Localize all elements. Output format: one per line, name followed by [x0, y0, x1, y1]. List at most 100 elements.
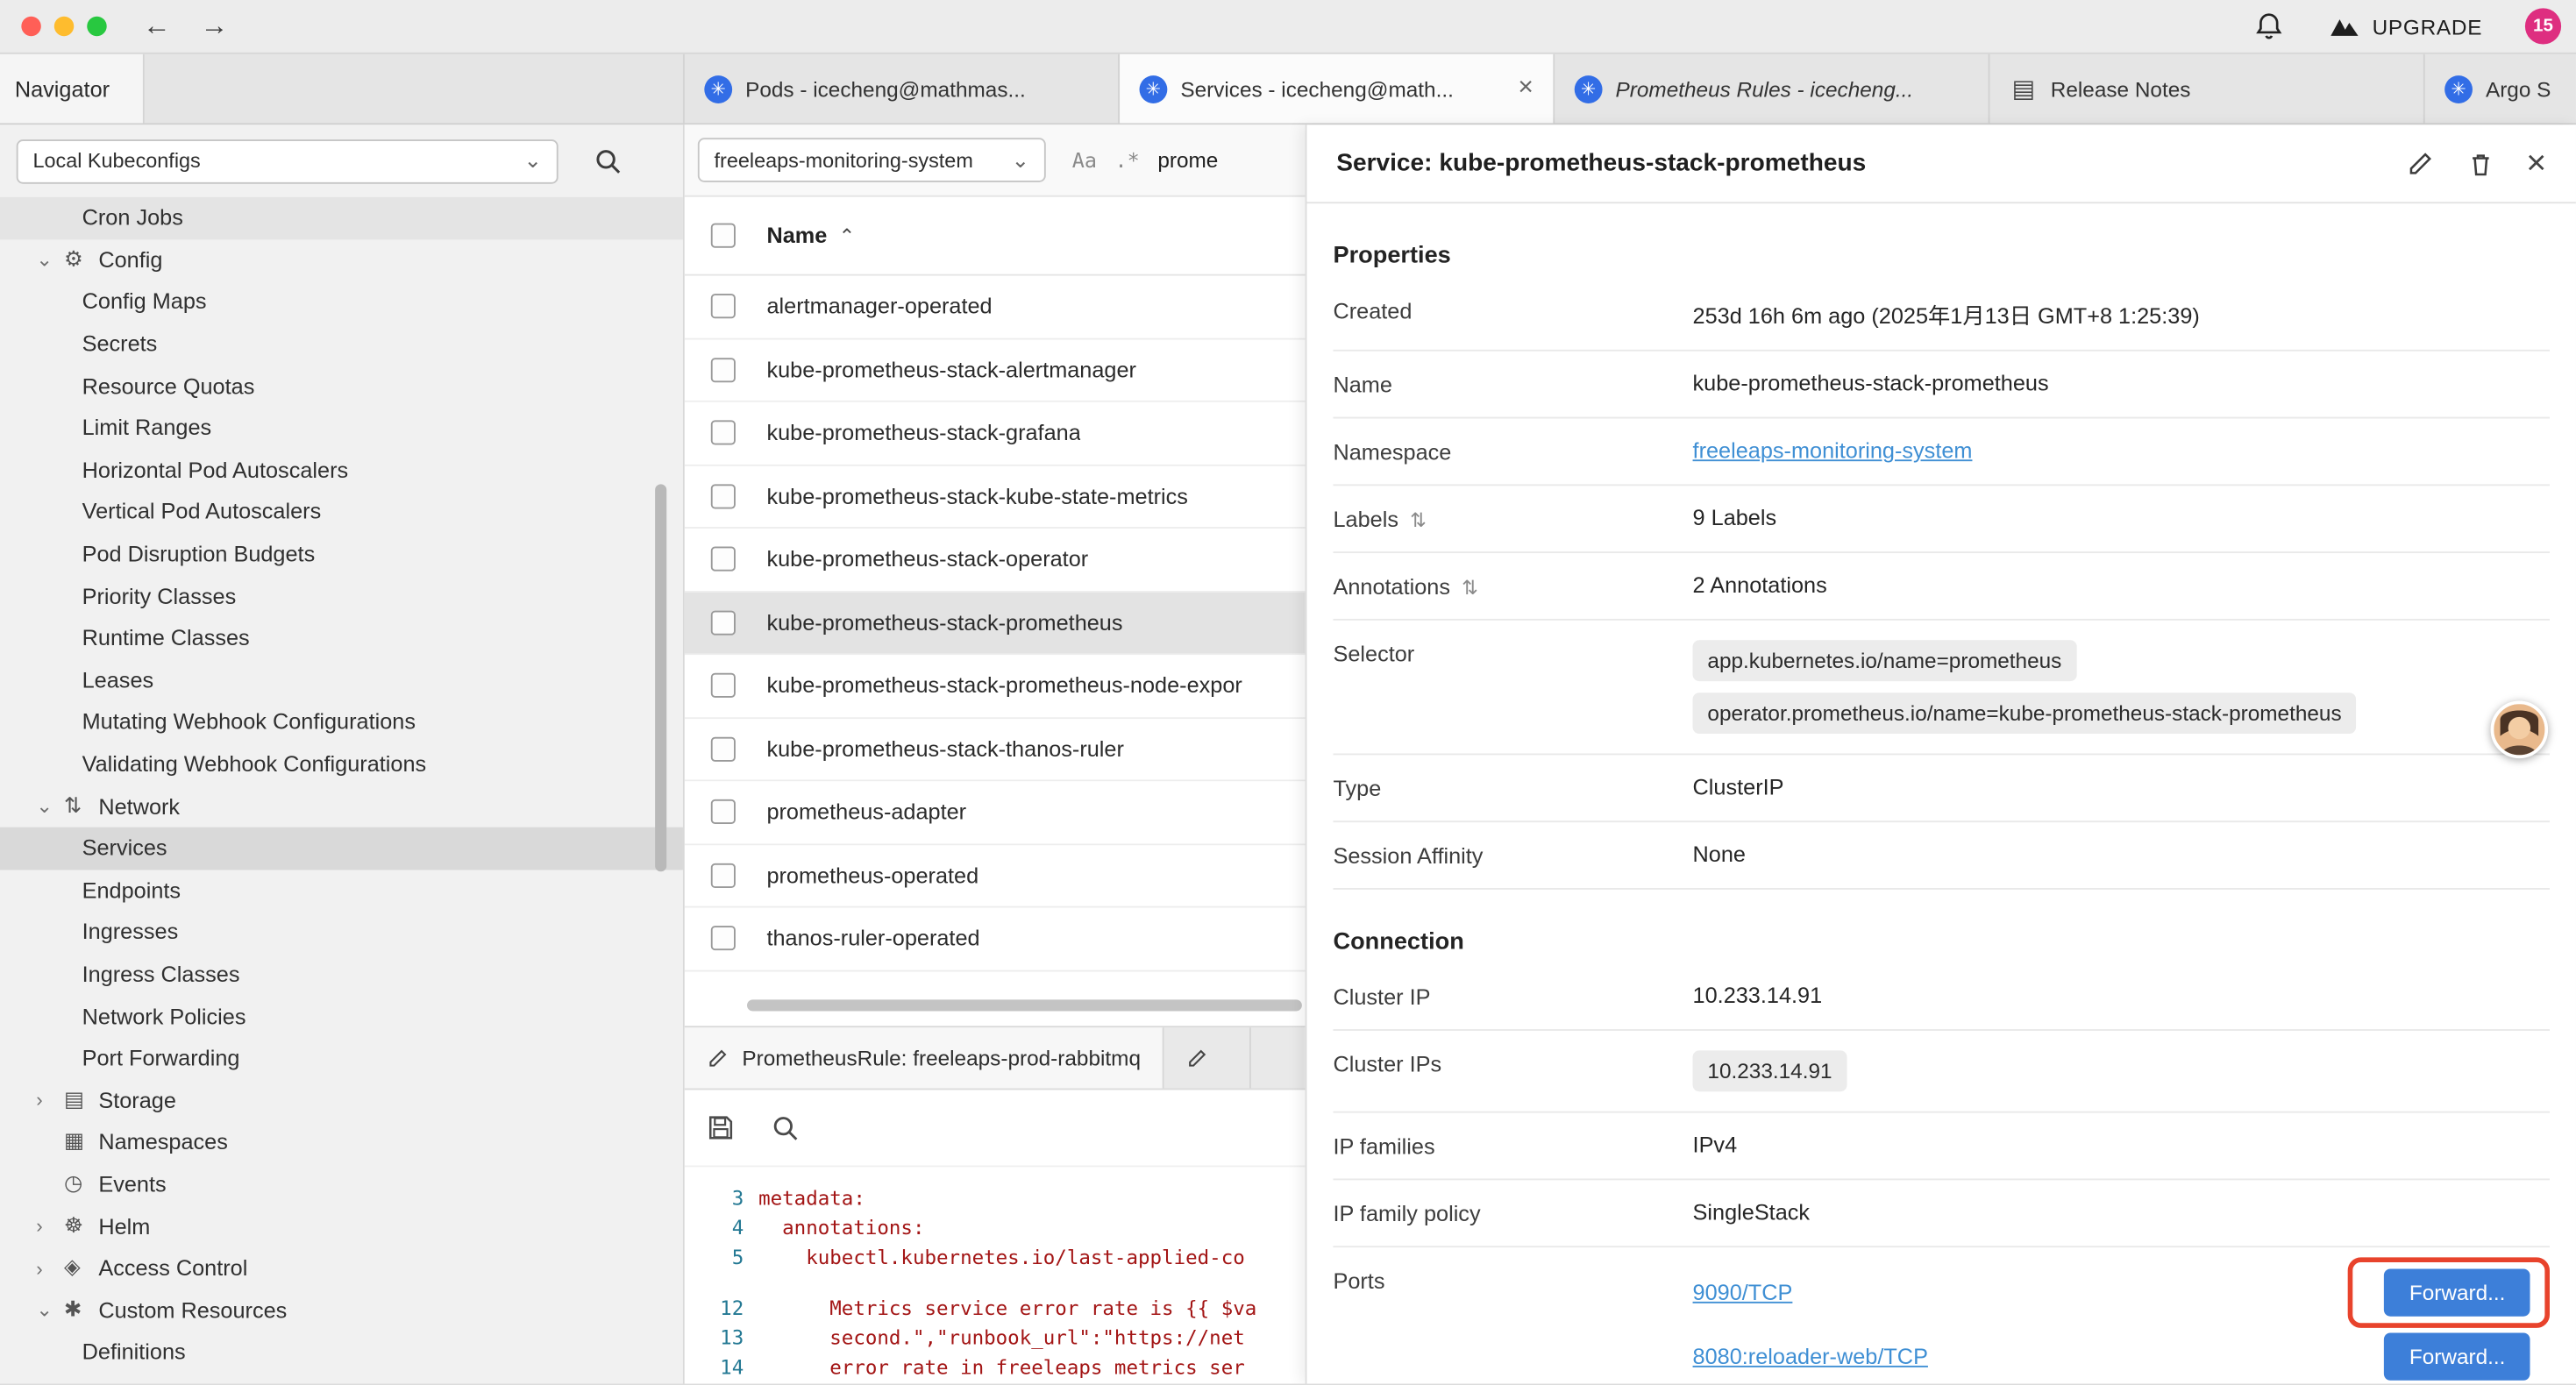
tab-close-icon[interactable]: × [1518, 75, 1533, 102]
sidebar-item[interactable]: ⌄ ✱ Custom Resources [0, 1289, 683, 1332]
table-row[interactable]: kube-prometheus-stack-thanos-ruler [685, 718, 1306, 781]
chevron-icon[interactable]: ⌄ [36, 796, 64, 815]
forward-button-nav[interactable]: → [200, 10, 228, 42]
user-avatar[interactable] [2491, 701, 2549, 759]
sidebar-item[interactable]: Definitions [0, 1332, 683, 1374]
sidebar-item[interactable]: Pod Disruption Budgets [0, 533, 683, 575]
table-row[interactable]: kube-prometheus-stack-prometheus [685, 592, 1306, 655]
sort-caret-icon[interactable]: ⌃ [838, 224, 855, 247]
sidebar-item[interactable]: Cron Jobs [0, 197, 683, 239]
port-link[interactable]: 9090/TCP [1693, 1280, 1793, 1304]
sidebar-item[interactable]: Horizontal Pod Autoscalers [0, 449, 683, 491]
row-checkbox[interactable] [711, 863, 736, 887]
regex-icon[interactable]: .* [1115, 148, 1140, 173]
sidebar-item[interactable]: Runtime Classes [0, 617, 683, 659]
chevron-icon[interactable]: › [36, 1090, 64, 1110]
back-button[interactable]: ← [143, 10, 171, 42]
row-checkbox[interactable] [711, 547, 736, 572]
upgrade-button[interactable]: UPGRADE [2328, 13, 2482, 39]
table-row[interactable]: thanos-ruler-operated [685, 907, 1306, 970]
sidebar-item[interactable]: Port Forwarding [0, 1037, 683, 1079]
editor-tab[interactable]: Pods - icecheng@mathmas... [685, 54, 1120, 124]
sort-toggle-icon[interactable]: ⇅ [1410, 508, 1427, 531]
match-case-icon[interactable]: Aa [1072, 148, 1097, 173]
sidebar-item[interactable]: Network Policies [0, 995, 683, 1037]
minimize-window-button[interactable] [54, 17, 74, 36]
edit-icon[interactable] [2405, 148, 2435, 178]
sidebar-item[interactable]: Endpoints [0, 869, 683, 911]
sidebar-item[interactable]: ⌄ ⚙ Config [0, 239, 683, 281]
sidebar-item[interactable]: Ingress Classes [0, 953, 683, 995]
sidebar-item[interactable]: Mutating Webhook Configurations [0, 701, 683, 743]
row-checkbox[interactable] [711, 736, 736, 761]
row-checkbox[interactable] [711, 927, 736, 951]
zoom-window-button[interactable] [87, 17, 106, 36]
kubeconfig-selector[interactable]: Local Kubeconfigs ⌄ [17, 138, 559, 183]
yaml-editor[interactable]: 3 metadata: 4 annotations: 5 kubectl.kub… [685, 1167, 1306, 1381]
table-row[interactable]: prometheus-adapter [685, 781, 1306, 844]
navigator-panel-tab[interactable]: Navigator [0, 54, 145, 124]
editor-tab[interactable]: Argo S [2425, 54, 2574, 124]
dock-tab[interactable]: PrometheusRule: freeleaps-prod-rabbitmq [685, 1027, 1163, 1088]
list-search-input[interactable]: Aa .* prome [1072, 148, 1219, 173]
sidebar-item[interactable]: Limit Ranges [0, 407, 683, 449]
table-row[interactable]: kube-prometheus-stack-grafana [685, 402, 1306, 465]
table-row[interactable]: kube-prometheus-stack-alertmanager [685, 339, 1306, 402]
sidebar-item[interactable]: › ▤ Storage [0, 1079, 683, 1121]
row-checkbox[interactable] [711, 673, 736, 698]
row-checkbox[interactable] [711, 484, 736, 508]
row-checkbox[interactable] [711, 610, 736, 635]
sidebar-item[interactable]: Vertical Pod Autoscalers [0, 491, 683, 533]
editor-tab[interactable]: Release Notes [1989, 54, 2424, 124]
service-name: kube-prometheus-stack-prometheus [766, 610, 1122, 635]
table-row[interactable]: prometheus-operated [685, 844, 1306, 907]
save-icon[interactable] [706, 1113, 736, 1143]
chevron-icon[interactable]: ⌄ [36, 250, 64, 269]
chevron-icon[interactable]: › [36, 1217, 64, 1236]
forward-button[interactable]: Forward... [2385, 1268, 2530, 1316]
sidebar-item[interactable]: › ◈ Access Control [0, 1247, 683, 1289]
select-all-checkbox[interactable] [711, 224, 736, 248]
table-row[interactable]: kube-prometheus-stack-kube-state-metrics [685, 465, 1306, 529]
close-window-button[interactable] [21, 17, 40, 36]
sort-toggle-icon[interactable]: ⇅ [1462, 576, 1478, 599]
column-header-name[interactable]: Name [766, 224, 827, 248]
horizontal-scrollbar[interactable] [747, 999, 1302, 1011]
sidebar-item[interactable]: › ☸ Helm [0, 1205, 683, 1247]
dock-tab-partial[interactable] [1163, 1027, 1250, 1088]
table-row[interactable]: kube-prometheus-stack-operator [685, 529, 1306, 592]
search-icon[interactable] [594, 147, 623, 175]
sidebar-item[interactable]: Ingresses [0, 911, 683, 953]
notification-count-badge[interactable]: 15 [2525, 8, 2561, 44]
sidebar-item[interactable]: Services [0, 827, 683, 870]
sidebar-item[interactable]: ⌄ ⇅ Network [0, 785, 683, 827]
detail-label: IP family policy [1333, 1200, 1692, 1226]
sidebar-item[interactable]: ▦ Namespaces [0, 1121, 683, 1163]
row-checkbox[interactable] [711, 421, 736, 445]
row-checkbox[interactable] [711, 358, 736, 382]
editor-search-icon[interactable] [772, 1113, 800, 1141]
chevron-icon[interactable]: ⌄ [36, 1300, 64, 1319]
row-checkbox[interactable] [711, 295, 736, 319]
port-link[interactable]: 8080:reloader-web/TCP [1693, 1344, 1928, 1368]
forward-button[interactable]: Forward... [2385, 1332, 2530, 1380]
notifications-bell-icon[interactable] [2252, 10, 2285, 42]
table-row[interactable]: kube-prometheus-stack-prometheus-node-ex… [685, 655, 1306, 718]
close-icon[interactable]: × [2526, 146, 2546, 181]
sidebar-item[interactable]: Priority Classes [0, 575, 683, 617]
sidebar-item[interactable]: Resource Quotas [0, 365, 683, 407]
editor-tab[interactable]: Prometheus Rules - icecheng... [1555, 54, 1989, 124]
row-checkbox[interactable] [711, 799, 736, 824]
editor-tab[interactable]: Services - icecheng@math... × [1120, 54, 1555, 124]
sidebar-item[interactable]: Secrets [0, 323, 683, 365]
namespace-link[interactable]: freeleaps-monitoring-system [1693, 438, 1973, 463]
sidebar-item[interactable]: Config Maps [0, 281, 683, 323]
sidebar-item[interactable]: Leases [0, 659, 683, 701]
namespace-selector[interactable]: freeleaps-monitoring-system ⌄ [698, 138, 1046, 182]
sidebar-item[interactable]: ◷ Events [0, 1163, 683, 1205]
table-row[interactable]: alertmanager-operated [685, 276, 1306, 339]
sidebar-item[interactable]: Validating Webhook Configurations [0, 743, 683, 785]
delete-icon[interactable] [2466, 148, 2495, 178]
chevron-icon[interactable]: › [36, 1259, 64, 1278]
sidebar-scrollbar[interactable] [655, 484, 666, 871]
